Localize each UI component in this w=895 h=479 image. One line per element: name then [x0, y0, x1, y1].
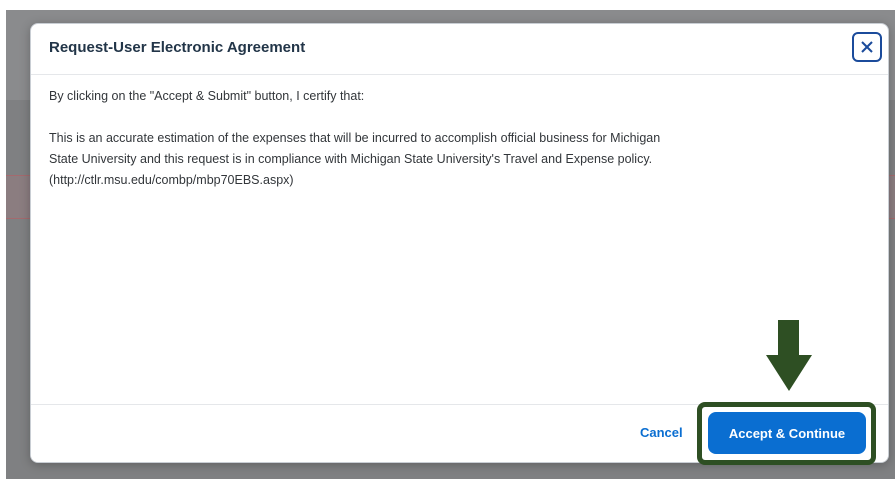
statement-line: This is an accurate estimation of the ex… — [49, 131, 661, 145]
arrow-down-head — [766, 355, 812, 391]
dialog-header: Request-User Electronic Agreement — [31, 24, 888, 75]
dialog-body: By clicking on the "Accept & Submit" but… — [49, 86, 869, 191]
close-icon — [859, 39, 875, 55]
certify-intro: By clicking on the "Accept & Submit" but… — [49, 89, 365, 103]
cancel-button[interactable]: Cancel — [640, 425, 683, 440]
dialog-title: Request-User Electronic Agreement — [49, 39, 306, 56]
close-button[interactable] — [852, 32, 882, 62]
accept-continue-button[interactable]: Accept & Continue — [708, 412, 866, 454]
statement-line: State University and this request is in … — [49, 152, 653, 166]
arrow-down-icon — [778, 320, 799, 356]
electronic-agreement-dialog: Request-User Electronic Agreement By cli… — [30, 23, 889, 463]
policy-url: (http://ctlr.msu.edu/combp/mbp70EBS.aspx… — [49, 173, 294, 187]
